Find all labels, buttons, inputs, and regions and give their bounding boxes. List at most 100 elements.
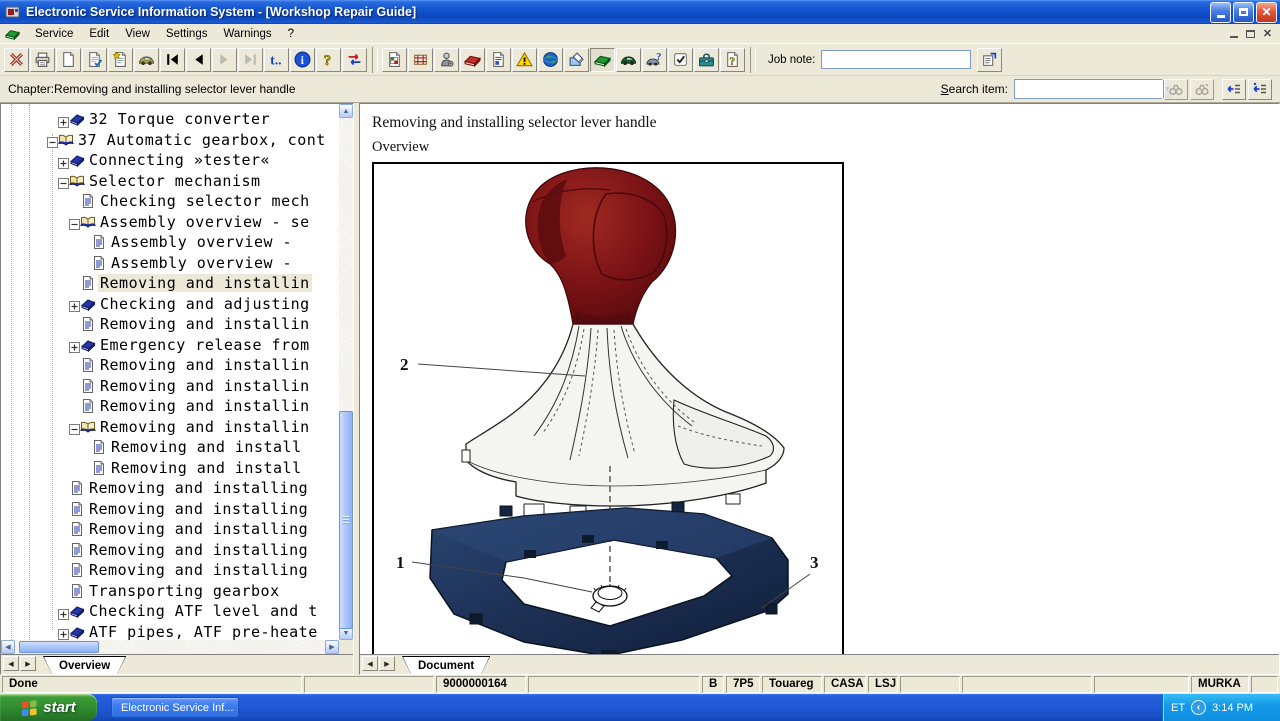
doc-table-button[interactable]: [382, 48, 407, 72]
tree-item-label[interactable]: Removing and install: [109, 459, 304, 477]
tab-overview[interactable]: Overview: [43, 656, 126, 674]
mdi-minimize-button[interactable]: [1225, 26, 1242, 41]
checklist-button[interactable]: [668, 48, 693, 72]
tree-item-label[interactable]: Removing and installing: [87, 479, 310, 497]
start-button[interactable]: start: [0, 694, 97, 721]
tree-horizontal-scrollbar[interactable]: ◀ ▶: [1, 640, 339, 654]
menu-service[interactable]: Service: [27, 26, 81, 42]
tree-item-label[interactable]: Removing and installin: [98, 377, 312, 395]
tree-item[interactable]: Removing and installing: [1, 478, 339, 499]
jump-to-list-button[interactable]: [1222, 79, 1246, 100]
tree-item-label[interactable]: Checking ATF level and t: [87, 602, 320, 620]
tree-item[interactable]: Assembly overview -: [1, 232, 339, 253]
tray-language-bar-icon[interactable]: ‹: [1191, 700, 1206, 715]
tree-item-label[interactable]: Removing and installin: [98, 418, 312, 436]
tree-item-label[interactable]: Removing and installin: [98, 315, 312, 333]
tree-item[interactable]: Removing and installin: [1, 273, 339, 294]
collapse-icon[interactable]: [58, 175, 69, 186]
minimize-button[interactable]: [1210, 2, 1231, 23]
expand-icon[interactable]: [58, 626, 69, 637]
nav-back-button[interactable]: [186, 48, 211, 72]
tree-item-label[interactable]: Assembly overview -: [109, 233, 294, 251]
tree-item-label[interactable]: Connecting »tester«: [87, 151, 272, 169]
tree-item[interactable]: Removing and installing: [1, 499, 339, 520]
find-button[interactable]: [1164, 79, 1188, 100]
tree-item[interactable]: Emergency release from: [1, 335, 339, 356]
tree-item-label[interactable]: Removing and installin: [98, 274, 312, 292]
expand-icon[interactable]: [58, 606, 69, 617]
expand-icon[interactable]: [69, 339, 80, 350]
expand-icon[interactable]: [58, 114, 69, 125]
tree-item[interactable]: Assembly overview -: [1, 253, 339, 274]
mdi-restore-button[interactable]: [1242, 26, 1259, 41]
tree-item-label[interactable]: Checking selector mech: [98, 192, 312, 210]
warning-button[interactable]: [512, 48, 537, 72]
help-button[interactable]: ?: [316, 48, 341, 72]
tree-item-label[interactable]: Removing and installing: [87, 541, 310, 559]
search-item-combobox[interactable]: ▼: [1014, 79, 1162, 99]
tree-item-label[interactable]: Assembly overview - se: [98, 213, 312, 231]
globe-button[interactable]: [538, 48, 563, 72]
expand-icon[interactable]: [69, 298, 80, 309]
job-note-input[interactable]: [821, 50, 971, 69]
toolbox-button[interactable]: [694, 48, 719, 72]
tree-item[interactable]: Removing and installing: [1, 560, 339, 581]
menu-edit[interactable]: Edit: [81, 26, 117, 42]
tree-item[interactable]: Removing and installin: [1, 355, 339, 376]
search-input[interactable]: [1015, 80, 1163, 98]
tree-item[interactable]: ATF pipes, ATF pre-heate: [1, 622, 339, 641]
tree-item[interactable]: Checking ATF level and t: [1, 601, 339, 622]
green-car-button[interactable]: [616, 48, 641, 72]
menu-view[interactable]: View: [117, 26, 158, 42]
tree-item-label[interactable]: Checking and adjusting: [98, 295, 312, 313]
tree-item[interactable]: Checking selector mech: [1, 191, 339, 212]
tree-item-label[interactable]: Removing and installing: [87, 520, 310, 538]
page-question-button[interactable]: ?: [720, 48, 745, 72]
tree-item[interactable]: Connecting »tester«: [1, 150, 339, 171]
vertical-scroll-thumb[interactable]: [339, 411, 353, 629]
tree-item-label[interactable]: ATF pipes, ATF pre-heate: [87, 623, 320, 640]
tab-scroll-right-button[interactable]: ▶: [20, 656, 36, 671]
find-next-button[interactable]: [1190, 79, 1214, 100]
tree-vertical-scrollbar[interactable]: ▲ ▼: [339, 104, 353, 640]
expand-icon[interactable]: [58, 155, 69, 166]
swap-arrows-button[interactable]: [342, 48, 367, 72]
scroll-right-button[interactable]: ▶: [325, 640, 339, 654]
edit-box-button[interactable]: [564, 48, 589, 72]
tree-item-label[interactable]: Removing and installing: [87, 561, 310, 579]
menu-warnings[interactable]: Warnings: [215, 26, 279, 42]
tree-item-label[interactable]: Emergency release from: [98, 336, 312, 354]
tree-item[interactable]: Removing and install: [1, 437, 339, 458]
horizontal-scroll-thumb[interactable]: [19, 641, 99, 653]
tree-item[interactable]: Removing and installin: [1, 417, 339, 438]
tab-document[interactable]: Document: [402, 656, 490, 674]
nav-forward-button[interactable]: [212, 48, 237, 72]
info-button[interactable]: i: [290, 48, 315, 72]
mechanic-button[interactable]: [434, 48, 459, 72]
tree-item[interactable]: Removing and installin: [1, 314, 339, 335]
tree-item-label[interactable]: Removing and installing: [87, 500, 310, 518]
parcel-button[interactable]: [408, 48, 433, 72]
car-button[interactable]: [134, 48, 159, 72]
doc-text-button[interactable]: [486, 48, 511, 72]
tree-item-label[interactable]: Transporting gearbox: [87, 582, 282, 600]
job-note-properties-button[interactable]: [977, 48, 1002, 72]
tree-item[interactable]: Removing and installing: [1, 540, 339, 561]
collapse-icon[interactable]: [69, 421, 80, 432]
tree-item-label[interactable]: Removing and installin: [98, 356, 312, 374]
nav-last-button[interactable]: [238, 48, 263, 72]
tree-item-label[interactable]: 32 Torque converter: [87, 110, 272, 128]
scroll-up-button[interactable]: ▲: [339, 104, 353, 118]
collapse-icon[interactable]: [47, 134, 58, 145]
tree-item[interactable]: Removing and install: [1, 458, 339, 479]
tree-item[interactable]: Assembly overview - se: [1, 212, 339, 233]
new-page-button[interactable]: [56, 48, 81, 72]
tree-item[interactable]: 37 Automatic gearbox, cont: [1, 130, 339, 151]
tree-item-label[interactable]: Removing and installin: [98, 397, 312, 415]
tree-item-label[interactable]: 37 Automatic gearbox, cont: [76, 131, 328, 149]
tree-item-label[interactable]: Removing and install: [109, 438, 304, 456]
print-button[interactable]: [30, 48, 55, 72]
tree-item-label[interactable]: Selector mechanism: [87, 172, 263, 190]
exit-button[interactable]: [4, 48, 29, 72]
page-note-button[interactable]: [108, 48, 133, 72]
